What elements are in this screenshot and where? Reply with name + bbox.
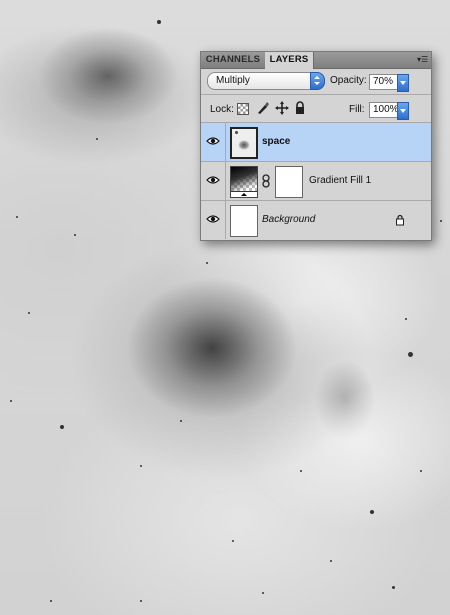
opacity-label: Opacity: xyxy=(330,75,367,86)
fill-label: Fill: xyxy=(349,104,365,115)
eye-icon[interactable] xyxy=(206,175,220,185)
image-thumbnail[interactable] xyxy=(230,127,258,159)
lock-all-icon[interactable] xyxy=(293,101,307,115)
star xyxy=(16,216,18,218)
star xyxy=(405,318,407,320)
lock-position-icon[interactable] xyxy=(275,101,289,115)
divider xyxy=(201,94,431,95)
lock-label: Lock: xyxy=(210,104,234,115)
lock-transparent-pixels-icon[interactable] xyxy=(237,103,249,115)
star xyxy=(140,600,142,602)
star xyxy=(330,560,332,562)
blend-mode-value: Multiply xyxy=(216,75,250,86)
opacity-value: 70% xyxy=(373,76,394,87)
star xyxy=(60,425,64,429)
eye-icon[interactable] xyxy=(206,214,220,224)
lock-image-pixels-icon[interactable] xyxy=(256,101,270,115)
star xyxy=(74,234,76,236)
star xyxy=(96,138,98,140)
star xyxy=(262,592,264,594)
star xyxy=(157,20,161,24)
opacity-dropdown-icon[interactable] xyxy=(397,74,409,92)
layer-lock-icon xyxy=(396,214,404,226)
visibility-toggle[interactable] xyxy=(201,162,226,200)
panel-menu-icon[interactable]: ▾☰ xyxy=(417,55,428,65)
layer-row-background[interactable]: Background xyxy=(201,201,431,239)
layer-row-space[interactable]: space xyxy=(201,123,431,162)
layers-panel: CHANNELS LAYERS ▾☰ Multiply Opacity: 70%… xyxy=(200,51,432,241)
star xyxy=(140,465,142,467)
layer-name[interactable]: space xyxy=(262,123,290,161)
star xyxy=(408,352,413,357)
white-thumbnail[interactable] xyxy=(230,205,258,237)
star xyxy=(10,400,12,402)
star xyxy=(420,470,422,472)
star xyxy=(370,510,374,514)
tab-layers[interactable]: LAYERS xyxy=(265,52,314,69)
visibility-toggle[interactable] xyxy=(201,201,226,239)
star xyxy=(206,262,208,264)
star xyxy=(392,586,395,589)
layer-name[interactable]: Gradient Fill 1 xyxy=(309,162,371,200)
layer-row-gradient-fill[interactable]: Gradient Fill 1 xyxy=(201,162,431,201)
opacity-field[interactable]: 70% xyxy=(369,74,409,92)
panel-tab-bar: CHANNELS LAYERS ▾☰ xyxy=(201,52,431,69)
star xyxy=(28,312,30,314)
star xyxy=(232,540,234,542)
fill-value: 100% xyxy=(373,104,399,115)
star xyxy=(50,600,52,602)
tab-channels[interactable]: CHANNELS xyxy=(201,52,266,68)
chain-link-icon[interactable] xyxy=(261,174,271,188)
star xyxy=(300,470,302,472)
star xyxy=(180,420,182,422)
visibility-toggle[interactable] xyxy=(201,123,226,161)
layer-mask-thumbnail[interactable] xyxy=(275,166,303,198)
blend-mode-select[interactable]: Multiply xyxy=(207,72,325,90)
eye-icon[interactable] xyxy=(206,136,220,146)
layer-name[interactable]: Background xyxy=(262,201,315,239)
fill-dropdown-icon[interactable] xyxy=(397,102,409,120)
gradient-marker-icon xyxy=(241,193,247,196)
fill-field[interactable]: 100% xyxy=(369,102,409,120)
star xyxy=(440,220,442,222)
gradient-thumbnail[interactable] xyxy=(230,166,258,198)
select-arrows-icon xyxy=(310,72,325,90)
